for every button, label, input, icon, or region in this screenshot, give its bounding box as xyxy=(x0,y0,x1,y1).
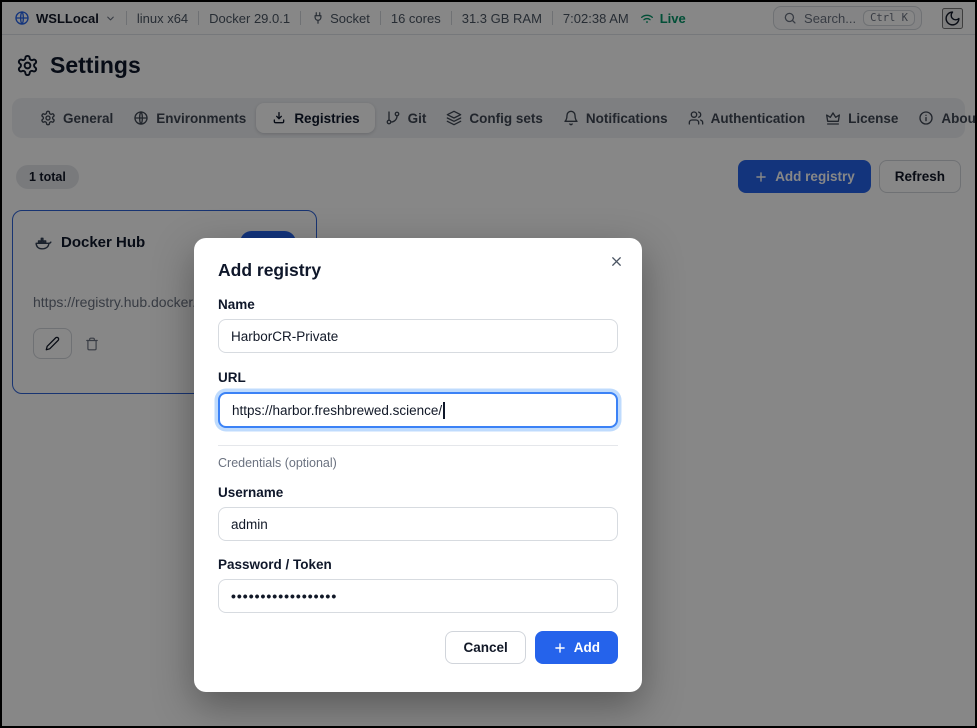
app-window: WSLLocal linux x64 Docker 29.0.1 Socket … xyxy=(0,0,977,728)
password-label: Password / Token xyxy=(218,557,618,572)
name-value: HarborCR-Private xyxy=(231,329,338,344)
url-value: https://harbor.freshbrewed.science/ xyxy=(232,403,442,418)
cancel-button[interactable]: Cancel xyxy=(445,631,525,664)
username-value: admin xyxy=(231,517,268,532)
modal-title: Add registry xyxy=(218,260,618,281)
add-registry-modal: Add registry Name HarborCR-Private URL h… xyxy=(194,238,642,692)
name-label: Name xyxy=(218,297,618,312)
section-divider xyxy=(218,445,618,446)
add-button[interactable]: Add xyxy=(535,631,618,664)
close-icon xyxy=(609,254,624,269)
url-input[interactable]: https://harbor.freshbrewed.science/ xyxy=(218,392,618,428)
username-label: Username xyxy=(218,485,618,500)
close-button[interactable] xyxy=(609,254,624,269)
credentials-label: Credentials (optional) xyxy=(218,456,618,470)
username-input[interactable]: admin xyxy=(218,507,618,541)
name-input[interactable]: HarborCR-Private xyxy=(218,319,618,353)
password-value: •••••••••••••••••• xyxy=(231,588,337,604)
url-label: URL xyxy=(218,370,618,385)
plus-icon xyxy=(553,641,567,655)
add-label: Add xyxy=(574,640,600,655)
cancel-label: Cancel xyxy=(463,640,507,655)
text-caret xyxy=(443,402,445,419)
password-input[interactable]: •••••••••••••••••• xyxy=(218,579,618,613)
